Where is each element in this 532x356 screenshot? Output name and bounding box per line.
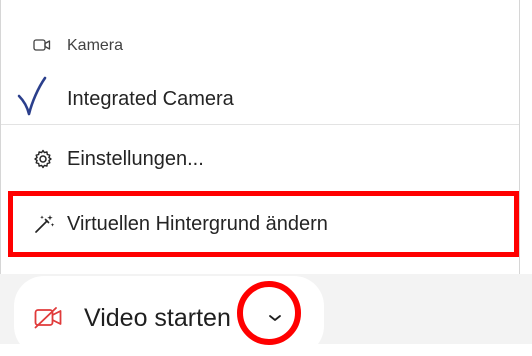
- menu-item-label: Einstellungen...: [67, 147, 204, 170]
- menu-item-integrated-camera[interactable]: Integrated Camera: [1, 76, 519, 120]
- menu-item-settings[interactable]: Einstellungen...: [1, 138, 519, 180]
- video-off-icon: [34, 307, 64, 334]
- gear-icon: [33, 149, 53, 175]
- start-video-label: Video starten: [84, 304, 231, 332]
- camera-icon: [33, 38, 51, 57]
- menu-item-label: Integrated Camera: [67, 87, 234, 110]
- menu-section-label: Kamera: [67, 37, 124, 54]
- page: Kamera Integrated Camera Einstellungen..…: [0, 0, 532, 356]
- checkmark-icon: [15, 74, 49, 126]
- menu-divider: [1, 124, 519, 125]
- annotation-highlight-rectangle: [8, 191, 519, 257]
- annotation-highlight-circle: [237, 281, 301, 345]
- menu-section-header: Kamera: [33, 34, 124, 58]
